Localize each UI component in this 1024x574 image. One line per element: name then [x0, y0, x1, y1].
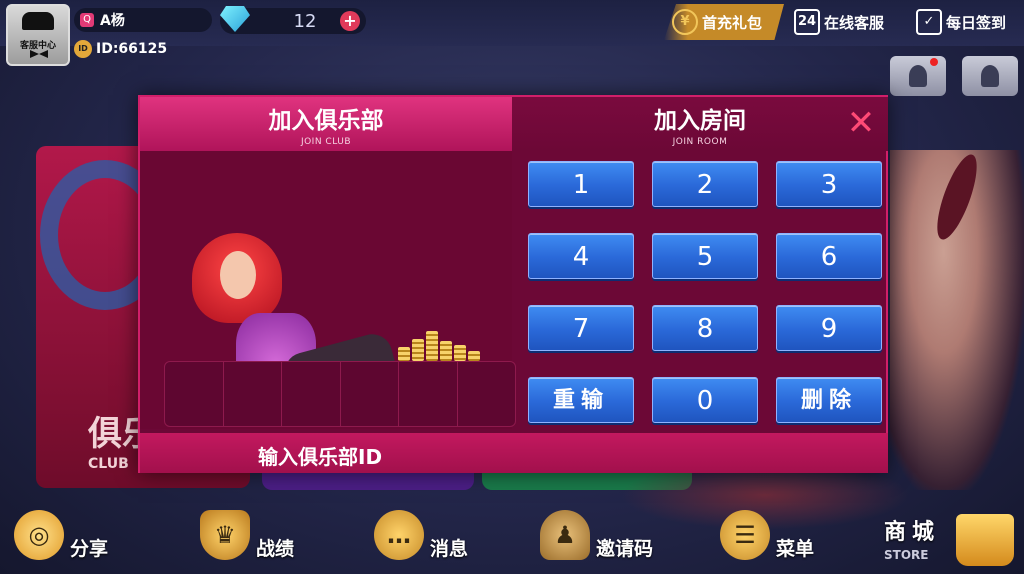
yen-icon: ¥ — [672, 9, 698, 35]
key-9[interactable]: 9 — [776, 305, 882, 351]
key-1[interactable]: 1 — [528, 161, 634, 207]
record-button[interactable]: ♛ 战绩 — [200, 508, 294, 561]
id-digit-slot — [224, 362, 282, 426]
menu-list-icon: ☰ — [720, 509, 770, 560]
avatar[interactable]: 客服中心 — [6, 4, 70, 66]
first-charge-button[interactable]: ¥ 首充礼包 — [664, 4, 784, 40]
menu-button[interactable]: ☰ 菜单 — [720, 508, 814, 561]
gem-balance: 12 + — [220, 6, 366, 34]
shopping-basket-icon — [956, 514, 1014, 566]
key-3[interactable]: 3 — [776, 161, 882, 207]
join-dialog: 加入俱乐部 JOIN CLUB 加入房间 JOIN ROOM ✕ 输入俱乐部ID… — [138, 95, 888, 473]
store-button[interactable]: 商城 STORE — [884, 510, 1024, 570]
daily-signin-label: 每日签到 — [946, 13, 1007, 32]
user-badge-icon: Q — [80, 13, 94, 27]
coin-stack — [398, 347, 410, 361]
invite-code-label: 邀请码 — [596, 538, 654, 560]
key-5[interactable]: 5 — [652, 233, 758, 279]
hint-bar: 输入俱乐部ID — [140, 433, 888, 473]
user-id: ID:66125 — [96, 41, 168, 57]
id-icon: ID — [74, 40, 92, 58]
first-charge-label: 首充礼包 — [702, 13, 763, 32]
profile-edit-button[interactable] — [962, 56, 1018, 96]
gold-coins-icon — [398, 329, 490, 361]
tab-join-club-label: 加入俱乐部 — [268, 108, 384, 134]
username: A杨 — [100, 13, 125, 29]
bowtie-icon — [30, 50, 48, 58]
calendar-check-icon: ✓ — [916, 9, 942, 35]
user-card-icon — [909, 65, 927, 87]
aperture-icon: ◎ — [14, 509, 64, 560]
tab-join-room[interactable]: 加入房间 JOIN ROOM — [512, 97, 888, 151]
avatar-label: 客服中心 — [19, 41, 56, 51]
coin-stack — [426, 331, 438, 361]
username-pill: Q A杨 — [74, 8, 212, 32]
profile-verify-button[interactable] — [890, 56, 946, 96]
coin-stack — [454, 345, 466, 361]
daily-signin-button[interactable]: ✓ 每日签到 — [908, 4, 1024, 40]
person-icon: ♟ — [540, 509, 590, 560]
key-6[interactable]: 6 — [776, 233, 882, 279]
tab-join-club[interactable]: 加入俱乐部 JOIN CLUB — [140, 97, 512, 151]
coin-stack — [468, 351, 480, 361]
record-label: 战绩 — [256, 538, 295, 560]
club-card-subtitle: CLUB — [88, 456, 129, 472]
key-8[interactable]: 8 — [652, 305, 758, 351]
reset-button[interactable]: 重输 — [528, 377, 634, 423]
tab-join-room-en: JOIN ROOM — [672, 137, 728, 147]
support-icon: 24 — [794, 9, 820, 35]
online-service-button[interactable]: 24 在线客服 — [786, 4, 906, 40]
id-digit-slot — [399, 362, 458, 426]
add-gems-button[interactable]: + — [340, 11, 360, 31]
close-icon[interactable]: ✕ — [846, 106, 876, 140]
club-id-input[interactable] — [164, 361, 516, 427]
menu-label: 菜单 — [776, 538, 815, 560]
user-id-row: ID ID:66125 — [74, 40, 167, 58]
chat-bubble-icon: … — [374, 509, 424, 560]
online-service-label: 在线客服 — [824, 13, 885, 32]
id-digit-slot — [458, 362, 516, 426]
share-button[interactable]: ◎ 分享 — [14, 508, 108, 561]
coin-stack — [412, 339, 424, 361]
bottom-nav: ◎ 分享 ♛ 战绩 … 消息 ♟ 邀请码 ☰ 菜单 — [0, 500, 1024, 574]
diamond-icon — [220, 6, 250, 32]
face-shape — [220, 251, 256, 299]
key-0[interactable]: 0 — [652, 377, 758, 423]
id-digit-slot — [341, 362, 399, 426]
hat-icon — [22, 12, 54, 30]
coin-stack — [440, 341, 452, 361]
store-label: 商城 — [884, 520, 941, 545]
invite-code-button[interactable]: ♟ 邀请码 — [540, 508, 653, 561]
message-button[interactable]: … 消息 — [374, 508, 468, 561]
tab-join-room-label: 加入房间 — [654, 108, 746, 134]
enter-club-id-hint: 输入俱乐部ID — [258, 445, 383, 469]
store-label-en: STORE — [884, 548, 929, 562]
delete-button[interactable]: 删除 — [776, 377, 882, 423]
key-2[interactable]: 2 — [652, 161, 758, 207]
number-keypad: 1 2 3 4 5 6 7 8 9 重输 0 删除 — [528, 161, 882, 423]
message-label: 消息 — [430, 538, 469, 560]
trophy-icon: ♛ — [200, 509, 250, 560]
key-7[interactable]: 7 — [528, 305, 634, 351]
tab-join-club-en: JOIN CLUB — [300, 137, 352, 147]
gem-count: 12 — [293, 11, 317, 32]
share-label: 分享 — [70, 538, 109, 560]
notification-dot — [930, 58, 938, 66]
id-digit-slot — [282, 362, 341, 426]
id-digit-slot — [165, 362, 224, 426]
key-4[interactable]: 4 — [528, 233, 634, 279]
user-edit-icon — [981, 65, 999, 87]
